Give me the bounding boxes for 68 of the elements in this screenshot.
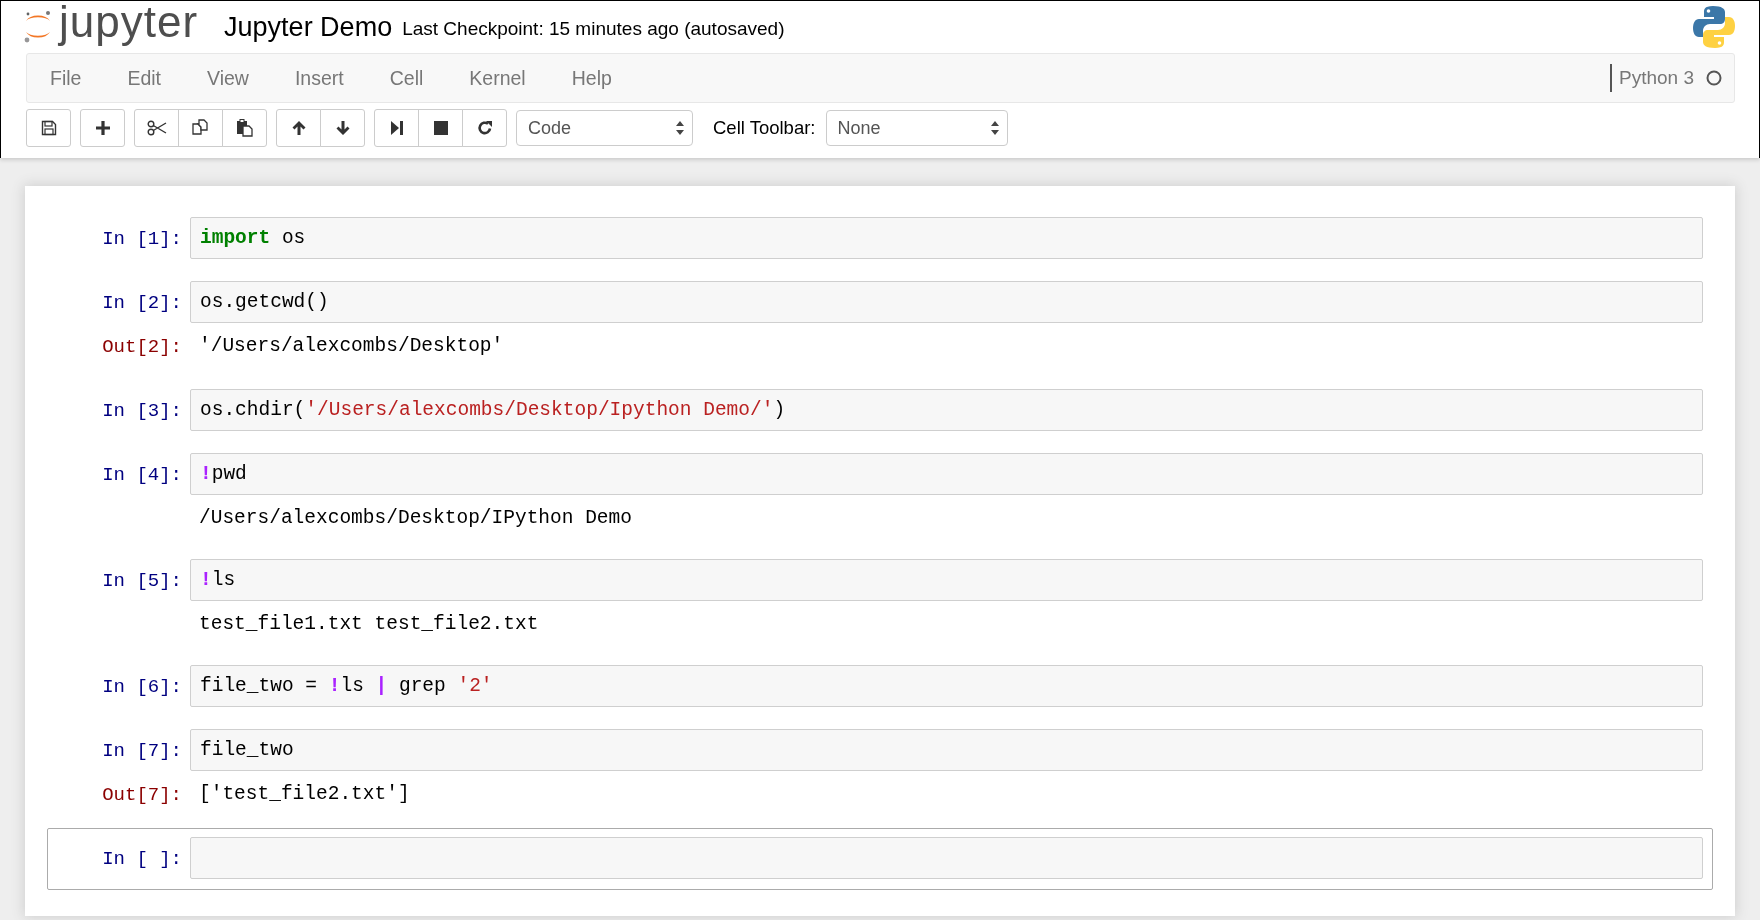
menu-item[interactable]: Insert	[271, 66, 367, 90]
step-forward-icon	[389, 120, 404, 136]
plus-icon	[94, 120, 111, 136]
output-prompt: Out[2]:	[101, 335, 183, 360]
stop-icon	[432, 120, 449, 136]
cell-output: ['test_file2.txt']	[198, 782, 411, 807]
code-input[interactable]: os.chdir('/Users/alexcombs/Desktop/Ipython Demo/')	[190, 389, 1703, 431]
code-input[interactable]: file_two	[190, 729, 1703, 771]
arrow-up-icon	[290, 120, 307, 136]
notebook-name[interactable]: Jupyter Demo	[224, 11, 393, 43]
menu-item[interactable]: Edit	[104, 66, 185, 90]
cell-output: /Users/alexcombs/Desktop/IPython Demo	[198, 506, 633, 531]
scissors-icon	[146, 120, 167, 136]
insert-cell-button[interactable]	[80, 109, 125, 147]
cell-toolbar-select[interactable]: None	[825, 110, 1008, 146]
input-prompt: In [5]:	[101, 569, 183, 594]
select-arrows-icon	[676, 121, 684, 135]
code-input[interactable]: !ls	[190, 559, 1703, 601]
code-cell[interactable]: In [3]: os.chdir('/Users/alexcombs/Desktop/Ipython Demo/')	[47, 380, 1713, 442]
python-logo-icon	[1693, 5, 1735, 49]
jupyter-logo-icon	[23, 9, 53, 45]
paste-button[interactable]	[222, 109, 267, 147]
arrow-down-icon	[334, 120, 351, 136]
menu-item[interactable]: Cell	[366, 66, 447, 90]
input-prompt: In [3]:	[101, 399, 183, 424]
code-cell[interactable]: In [4]: !pwd /Users/alexcombs/Desktop/IPython Demo	[47, 444, 1713, 548]
menu-item[interactable]: Help	[548, 66, 635, 90]
run-button[interactable]	[374, 109, 419, 147]
save-button[interactable]	[26, 109, 71, 147]
save-icon	[40, 120, 57, 136]
menu-item[interactable]: Kernel	[446, 66, 549, 90]
select-arrows-icon	[990, 121, 999, 135]
input-prompt: In [ ]:	[101, 847, 183, 872]
code-cell[interactable]: In [6]: file_two = !ls | grep '2'	[47, 656, 1713, 718]
kernel-name: Python 3	[1619, 67, 1694, 89]
move-up-button[interactable]	[276, 109, 321, 147]
input-prompt: In [6]:	[101, 675, 183, 700]
cell-output: '/Users/alexcombs/Desktop'	[198, 334, 505, 359]
checkpoint-status: Last Checkpoint: 15 minutes ago (autosaved)	[402, 18, 785, 40]
input-prompt: In [1]:	[101, 227, 183, 252]
input-prompt: In [7]:	[101, 739, 183, 764]
code-cell[interactable]: In [2]: os.getcwd() Out[2]: '/Users/alexcombs/Desktop'	[47, 272, 1713, 378]
cut-button[interactable]	[134, 109, 179, 147]
menu-item[interactable]: View	[184, 66, 272, 90]
code-cell[interactable]: In [7]: file_two Out[7]: ['test_file2.txt']	[47, 720, 1713, 826]
paste-icon	[235, 119, 254, 137]
code-input[interactable]: os.getcwd()	[190, 281, 1703, 323]
code-cell[interactable]: In [ ]:	[47, 828, 1713, 890]
refresh-icon	[476, 120, 493, 136]
menu-item[interactable]: File	[27, 66, 105, 90]
code-input[interactable]: file_two = !ls | grep '2'	[190, 665, 1703, 707]
output-prompt: Out[7]:	[101, 783, 183, 808]
cell-toolbar-label: Cell Toolbar:	[713, 117, 816, 139]
logo-text: jupyter	[59, 0, 199, 44]
code-input[interactable]: import os	[190, 217, 1703, 259]
move-down-button[interactable]	[320, 109, 365, 147]
code-cell[interactable]: In [1]: import os	[47, 208, 1713, 270]
code-input[interactable]	[190, 837, 1703, 879]
restart-button[interactable]	[462, 109, 507, 147]
input-prompt: In [2]:	[101, 291, 183, 316]
code-cell[interactable]: In [5]: !ls test_file1.txt test_file2.txt	[47, 550, 1713, 654]
copy-button[interactable]	[178, 109, 223, 147]
input-prompt: In [4]:	[101, 463, 183, 488]
cell-type-select[interactable]: Code	[516, 110, 693, 146]
cell-output: test_file1.txt test_file2.txt	[198, 612, 540, 637]
code-input[interactable]: !pwd	[190, 453, 1703, 495]
stop-button[interactable]	[418, 109, 463, 147]
copy-icon	[191, 119, 210, 137]
